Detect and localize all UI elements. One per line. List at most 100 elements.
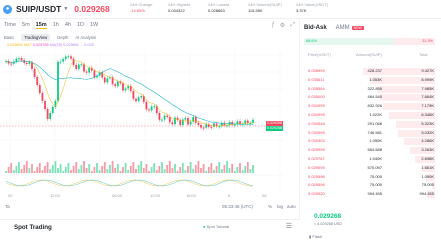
time-tick: 12:00 xyxy=(150,193,161,198)
indicator-icon[interactable]: ƒ xyxy=(271,22,274,29)
candle-body xyxy=(166,115,169,118)
volume-bar xyxy=(127,170,130,173)
ask-row[interactable]: 0.035611 1.053K 8.999K xyxy=(304,76,435,85)
ma25-line xyxy=(5,60,254,125)
candle-body xyxy=(51,107,54,113)
ma99-value: MA(25) 0.029891 ... 0.025 xyxy=(49,43,94,47)
ask-amount: 1.053K xyxy=(369,76,382,82)
candle-body xyxy=(140,96,143,98)
pair-selector[interactable]: SUIP/USDT xyxy=(16,4,61,14)
candle-body xyxy=(25,62,28,64)
ask-row[interactable]: 0.035564 322.895 7.985K xyxy=(304,85,435,94)
timeframe-1h[interactable]: 1h xyxy=(53,22,59,29)
volume-bar xyxy=(75,162,78,173)
tab-amm[interactable]: AMM xyxy=(336,25,350,31)
ask-amount: 484.540 xyxy=(367,94,382,100)
ask-row[interactable]: 0.035999 428.237 9.427K xyxy=(304,67,435,76)
volume-bar xyxy=(244,166,247,173)
flash-icon: ▮ xyxy=(309,234,312,239)
stat-item: 24H Lowest 0.028663 xyxy=(208,2,229,14)
stat-item: 24H Highest 0.034322 xyxy=(168,2,190,14)
volume-bar xyxy=(15,166,18,173)
ask-row[interactable]: 0.034999 832.926 7.179K xyxy=(304,102,435,111)
volume-bar xyxy=(116,164,119,173)
timeframe-1w[interactable]: 1W xyxy=(90,22,98,29)
percent-toggle[interactable]: % xyxy=(268,204,272,209)
stat-value: 3.37K xyxy=(296,8,307,13)
tab-bid-ask[interactable]: Bid-Ask xyxy=(304,25,327,31)
timeframe-15m[interactable]: 15m xyxy=(35,22,47,29)
candlestick-chart[interactable] xyxy=(0,49,300,195)
ask-row[interactable]: 0.029787 1.040K 2.698K xyxy=(304,155,435,164)
log-toggle[interactable]: log xyxy=(277,204,283,209)
candle-body xyxy=(239,121,241,124)
candle-body xyxy=(135,98,137,102)
volume-bar xyxy=(85,168,88,173)
volume-bar xyxy=(158,166,161,173)
candle-body xyxy=(148,109,150,111)
candle-body xyxy=(213,123,215,127)
volume-bar xyxy=(90,171,93,173)
volume-bar xyxy=(103,162,106,173)
ask-row[interactable]: 0.029596 75.000 1.090K xyxy=(304,173,435,182)
ask-price: 0.029520 xyxy=(308,191,325,197)
fullscreen-icon[interactable]: ⤢ xyxy=(290,22,295,29)
ask-row[interactable]: 0.029999 564.688 3.263K xyxy=(304,146,435,155)
menu-icon[interactable]: ☰ xyxy=(286,222,292,230)
ask-row[interactable]: 0.030303 1.050K 4.286K xyxy=(304,137,435,146)
view-tab[interactable]: AI Analysis xyxy=(75,35,95,40)
volume-bar xyxy=(62,171,65,173)
auto-toggle[interactable]: auto xyxy=(287,204,296,209)
ask-row[interactable]: 0.029599 570.097 1.661K xyxy=(304,164,435,173)
settings-icon[interactable]: ⚙ xyxy=(280,22,285,29)
volume-bar xyxy=(124,163,127,173)
ask-row[interactable]: 0.034999 1.022K 6.346K xyxy=(304,111,435,120)
timeframe-time[interactable]: Time xyxy=(4,22,16,29)
volume-bar xyxy=(46,162,49,173)
volume-bar xyxy=(155,170,158,173)
coin-logo-icon: ● xyxy=(3,4,12,14)
candle-body xyxy=(163,115,166,120)
candle-body xyxy=(145,101,148,110)
volume-bar xyxy=(31,164,33,173)
candle-body xyxy=(150,106,153,111)
view-tab[interactable]: Depth xyxy=(57,35,68,40)
volume-bar xyxy=(179,167,182,173)
volume-bar xyxy=(223,165,226,173)
ask-total: 2.698K xyxy=(421,155,434,161)
ask-row[interactable]: 0.034548 291.068 5.323K xyxy=(304,120,435,129)
spot-tutorial-link[interactable]: ● Spot Tutorial xyxy=(203,224,229,229)
current-price-usd: ≈ 0.029268 USD xyxy=(314,222,343,226)
flash-label: Flash xyxy=(312,234,323,239)
buy-sell-ratio: 68.6% 31.3% xyxy=(304,38,435,45)
timeframe-1d[interactable]: 1D xyxy=(77,22,84,29)
ask-row[interactable]: 0.029520 994.455 994.455 xyxy=(304,190,435,199)
ma7-value: 0.029852 MA7 xyxy=(7,43,32,47)
view-tab[interactable]: TradingView xyxy=(21,34,51,41)
volume-bar xyxy=(98,170,101,173)
view-tab[interactable]: Basic xyxy=(4,35,14,40)
ask-amount: 75.000 xyxy=(369,173,382,179)
ask-row[interactable]: 0.029596 75.000 75.000 xyxy=(304,181,435,190)
candle-body xyxy=(124,88,127,91)
volume-bar xyxy=(119,171,122,173)
candle-body xyxy=(18,58,20,60)
candle-body xyxy=(10,63,13,65)
ask-total: 75.000 xyxy=(421,182,434,188)
volume-bar xyxy=(96,163,98,173)
ask-row[interactable]: 0.035000 484.540 7.664K xyxy=(304,93,435,102)
candle-body xyxy=(93,70,96,78)
chevron-down-icon[interactable]: ▼ xyxy=(63,6,68,12)
ask-row[interactable]: 0.030999 746.581 5.032K xyxy=(304,129,435,138)
candle-body xyxy=(210,126,213,128)
volume-bar xyxy=(38,163,41,173)
ask-price: 0.035000 xyxy=(308,94,325,100)
time-tick: 5 xyxy=(228,193,231,198)
timeframe-4h[interactable]: 4h xyxy=(65,22,71,29)
volume-bar xyxy=(205,171,208,173)
tv-logo: Ta xyxy=(5,204,10,209)
timeframe-5m[interactable]: 5m xyxy=(22,22,30,29)
volume-bar xyxy=(236,167,239,173)
stat-item: 24H Value(USDT) 3.37K xyxy=(296,2,328,14)
candle-body xyxy=(75,64,78,69)
